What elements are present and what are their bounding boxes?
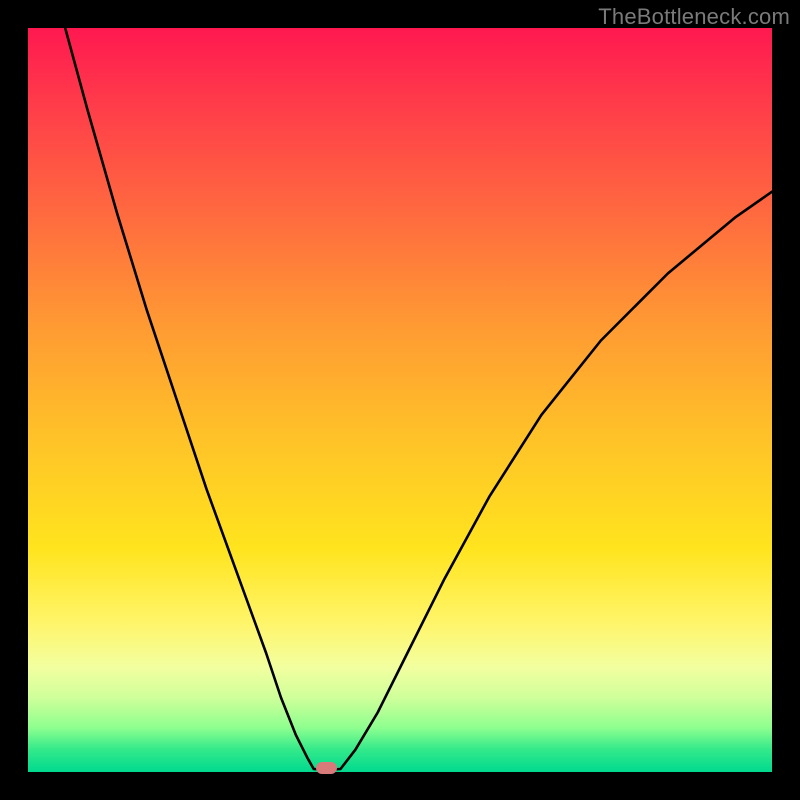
curve-path: [65, 28, 772, 770]
watermark-text: TheBottleneck.com: [598, 4, 790, 30]
bottleneck-curve: [28, 28, 772, 772]
plot-area: [28, 28, 772, 772]
frame: TheBottleneck.com: [0, 0, 800, 800]
valley-blob: [316, 762, 337, 774]
